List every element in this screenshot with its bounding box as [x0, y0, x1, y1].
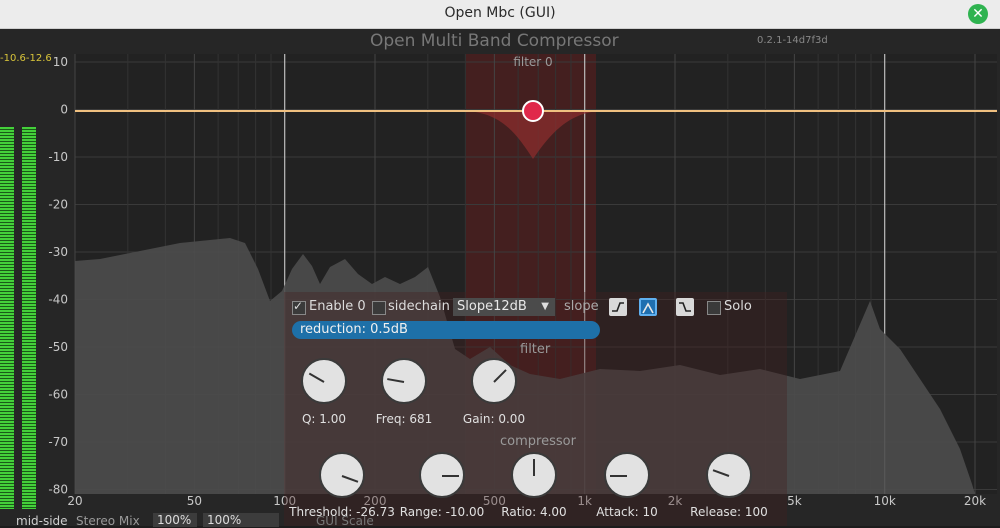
- window-titlebar: Open Mbc (GUI) ✕: [0, 0, 1000, 29]
- slope-label: slope: [564, 299, 599, 314]
- enable-checkbox[interactable]: [292, 299, 306, 315]
- range-knob[interactable]: [419, 452, 465, 498]
- enable-label: Enable 0: [309, 299, 366, 314]
- peak-icon: [642, 302, 654, 314]
- slope-value: Slope12dB: [457, 299, 527, 314]
- x-tick-label: 5k: [787, 494, 802, 508]
- freq-knob[interactable]: [381, 358, 427, 404]
- peak-button[interactable]: [639, 298, 657, 316]
- y-tick-label: 10: [53, 55, 68, 69]
- y-axis-ticks: 10 0 -10 -20 -30 -40 -50 -60 -70 -80: [48, 55, 68, 497]
- right-level-meter: [22, 127, 36, 509]
- gain-label: Gain: 0.00: [462, 412, 526, 426]
- close-icon: ✕: [972, 6, 984, 22]
- sidechain-label: sidechain: [388, 299, 450, 314]
- band-panel: Enable 0 sidechain Slope12dB ▼ slope Sol…: [284, 292, 787, 526]
- filter-node[interactable]: [522, 100, 544, 122]
- filter-label: filter 0: [513, 55, 552, 69]
- filter-section-label: filter: [520, 342, 551, 357]
- attack-label: Attack: 10: [596, 505, 658, 519]
- reduction-bar: reduction: 0.5dB: [292, 321, 600, 339]
- high-shelf-icon: [679, 302, 691, 312]
- y-tick-label: -80: [48, 483, 68, 497]
- y-tick-label: -30: [48, 245, 68, 259]
- release-label: Release: 100: [690, 505, 768, 519]
- release-knob[interactable]: [706, 452, 752, 498]
- y-tick-label: 0: [60, 103, 68, 117]
- meter-readout: -10.6-12.6: [0, 53, 52, 64]
- ratio-knob[interactable]: [511, 452, 557, 498]
- attack-knob[interactable]: [604, 452, 650, 498]
- gui-scale-select[interactable]: 100%: [203, 513, 279, 527]
- y-tick-label: -20: [48, 198, 68, 212]
- slope-select[interactable]: Slope12dB ▼: [453, 298, 555, 316]
- x-tick-label: 20: [67, 494, 82, 508]
- chevron-down-icon: ▼: [541, 301, 549, 312]
- y-tick-label: -60: [48, 388, 68, 402]
- q-knob[interactable]: [301, 358, 347, 404]
- left-level-meter: [0, 127, 14, 509]
- close-button[interactable]: ✕: [968, 4, 988, 24]
- window-title: Open Mbc (GUI): [444, 5, 556, 21]
- solo-label: Solo: [724, 299, 752, 314]
- x-tick-label: 10k: [874, 494, 896, 508]
- version-label: 0.2.1-14d7f3d: [757, 35, 828, 46]
- stereo-mix-select[interactable]: 100%: [153, 513, 197, 527]
- threshold-knob[interactable]: [319, 452, 365, 498]
- gain-knob[interactable]: [471, 358, 517, 404]
- solo-checkbox[interactable]: [707, 301, 721, 315]
- sidechain-checkbox[interactable]: [372, 301, 386, 315]
- x-tick-label: 20k: [964, 494, 986, 508]
- compressor-section-label: compressor: [500, 434, 576, 449]
- y-tick-label: -70: [48, 435, 68, 449]
- app-area: filter 0 10 0 -10 -20 -30 -40 -50 -60 -70 -80 20 5…: [0, 29, 1000, 528]
- y-tick-label: -40: [48, 293, 68, 307]
- high-shelf-button[interactable]: [676, 298, 694, 316]
- y-tick-label: -10: [48, 150, 68, 164]
- app-title: Open Multi Band Compressor: [370, 31, 619, 51]
- x-tick-label: 50: [187, 494, 202, 508]
- low-shelf-button[interactable]: [609, 298, 627, 316]
- y-tick-label: -50: [48, 340, 68, 354]
- low-shelf-icon: [612, 302, 624, 312]
